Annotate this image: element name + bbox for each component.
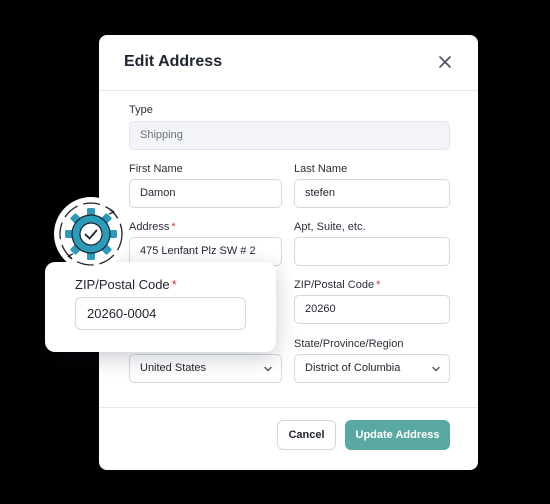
zip-label-text: ZIP/Postal Code bbox=[294, 279, 375, 291]
zip-field[interactable]: 20260 bbox=[294, 295, 450, 324]
zip-callout-card: ZIP/Postal Code * 20260-0004 bbox=[45, 262, 276, 352]
modal-header: Edit Address bbox=[99, 35, 478, 90]
callout-zip-field[interactable]: 20260-0004 bbox=[75, 297, 246, 330]
update-address-button[interactable]: Update Address bbox=[345, 420, 450, 450]
chevron-down-icon bbox=[264, 366, 272, 372]
country-value: United States bbox=[140, 362, 207, 374]
screen: Edit Address Type Shipping First Name Da… bbox=[0, 0, 550, 504]
address-label-text: Address bbox=[129, 221, 170, 233]
state-label: State/Province/Region bbox=[294, 338, 404, 350]
footer-divider bbox=[99, 407, 478, 408]
callout-label-text: ZIP/Postal Code bbox=[75, 277, 170, 292]
cancel-button[interactable]: Cancel bbox=[277, 420, 336, 450]
callout-label: ZIP/Postal Code * bbox=[75, 277, 177, 292]
country-select[interactable]: United States bbox=[129, 354, 282, 383]
first-name-label: First Name bbox=[129, 163, 183, 175]
first-name-field[interactable]: Damon bbox=[129, 179, 282, 208]
gear-check-icon bbox=[54, 197, 128, 271]
apt-field[interactable] bbox=[294, 237, 450, 266]
zip-label: ZIP/Postal Code * bbox=[294, 279, 380, 291]
address-label: Address * bbox=[129, 221, 176, 233]
required-mark: * bbox=[376, 279, 381, 291]
last-name-label: Last Name bbox=[294, 163, 348, 175]
last-name-field[interactable]: stefen bbox=[294, 179, 450, 208]
modal-title: Edit Address bbox=[124, 53, 223, 70]
type-label: Type bbox=[129, 104, 153, 116]
header-divider bbox=[99, 90, 478, 91]
required-mark: * bbox=[171, 221, 176, 233]
edit-address-modal: Edit Address Type Shipping First Name Da… bbox=[99, 35, 478, 470]
chevron-down-icon bbox=[432, 366, 440, 372]
required-mark: * bbox=[171, 277, 177, 292]
state-select[interactable]: District of Columbia bbox=[294, 354, 450, 383]
close-icon[interactable] bbox=[436, 53, 454, 71]
state-value: District of Columbia bbox=[305, 362, 401, 374]
apt-label: Apt, Suite, etc. bbox=[294, 221, 366, 233]
type-field: Shipping bbox=[129, 121, 450, 150]
